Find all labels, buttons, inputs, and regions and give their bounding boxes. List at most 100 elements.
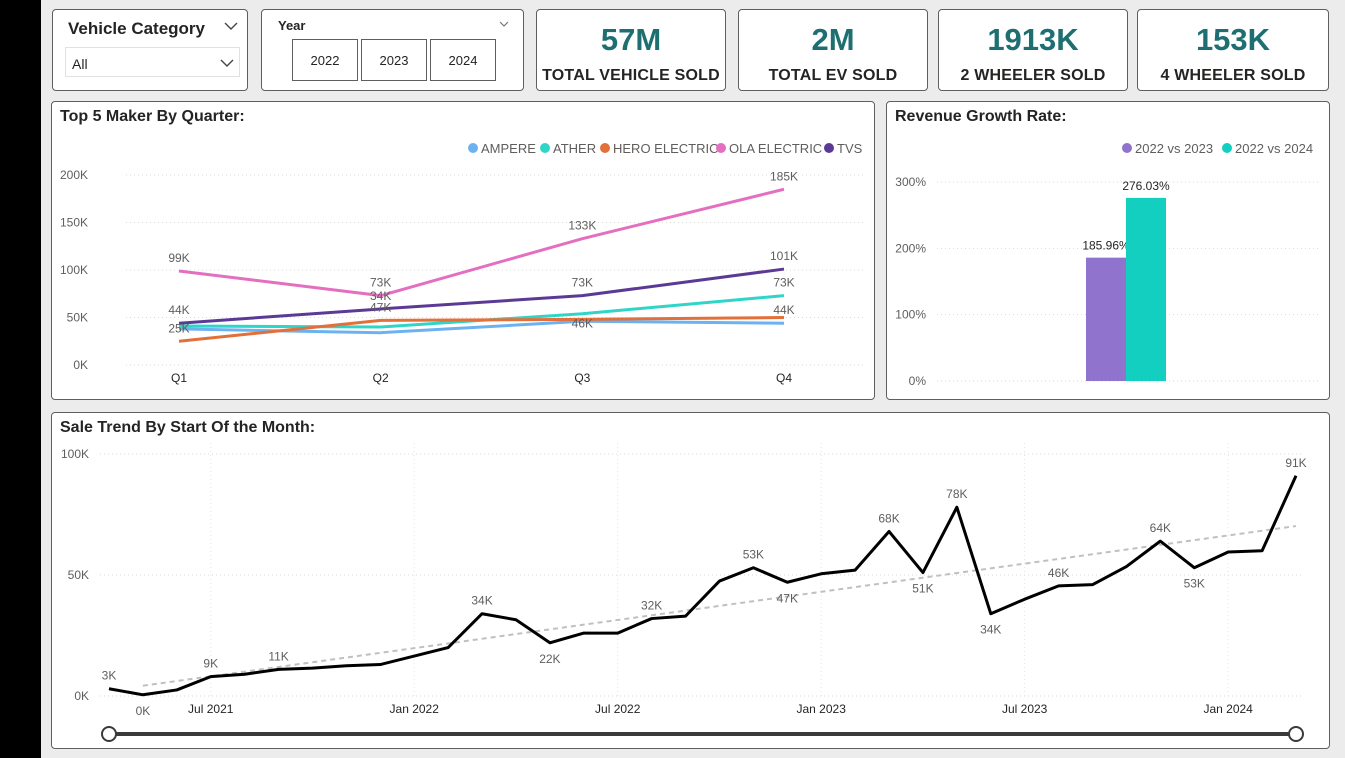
- legend-label: TVS: [837, 141, 863, 156]
- legend-label: AMPERE: [481, 141, 536, 156]
- top-makers-chart-card: Top 5 Maker By Quarter: 0K 50K 100K 150K 200…: [51, 101, 875, 400]
- data-label: 73K: [572, 276, 593, 290]
- data-label: 53K: [743, 548, 764, 562]
- date-range-end-handle[interactable]: [1288, 726, 1304, 742]
- vehicle-category-dropdown[interactable]: All: [65, 47, 240, 77]
- kpi-value: 57M: [600, 22, 662, 57]
- year-option-2022[interactable]: 2022: [292, 39, 358, 81]
- legend-label: OLA ELECTRIC: [729, 141, 822, 156]
- data-label: 44K: [773, 303, 794, 317]
- x-tick-label: Jan 2023: [797, 702, 847, 716]
- bar-2022-vs-2023: [1086, 257, 1126, 381]
- y-tick-label: 150K: [60, 216, 88, 230]
- kpi-2-wheeler-sold: 1913K 2 WHEELER SOLD: [938, 9, 1128, 91]
- kpi-value: 2M: [811, 22, 855, 57]
- trend-line: [142, 525, 1297, 687]
- sale-trend-line-chart: 0K 50K 100K Jul 2021 Jan 2022 Jul 2022 Jan 202…: [61, 443, 1307, 742]
- x-tick-label: Jan 2022: [390, 702, 440, 716]
- data-label: 133K: [568, 219, 596, 233]
- x-tick-label: Jan 2024: [1203, 702, 1253, 716]
- legend-label: 2022 vs 2023: [1135, 141, 1213, 156]
- legend-marker: [600, 143, 610, 153]
- data-label: 9K: [203, 657, 218, 671]
- bar-2022-vs-2024: [1126, 197, 1166, 381]
- data-label: 185.96%: [1082, 239, 1130, 253]
- kpi-4-wheeler-sold: 153K 4 WHEELER SOLD: [1137, 9, 1329, 91]
- data-label: 73K: [370, 276, 391, 290]
- y-tick-label: 50K: [68, 568, 89, 582]
- year-slicer: Year 2022 2023 2024: [261, 9, 524, 91]
- y-tick-label: 100K: [60, 263, 88, 277]
- data-label: 32K: [641, 599, 662, 613]
- vehicle-category-title: Vehicle Category: [68, 19, 206, 38]
- kpi-value: 1913K: [987, 22, 1079, 57]
- data-label: 0K: [136, 704, 151, 718]
- y-tick-label: 0K: [74, 689, 89, 703]
- y-tick-label: 200K: [60, 168, 88, 182]
- x-tick-label: Jul 2022: [595, 702, 641, 716]
- data-label: 185K: [770, 169, 798, 183]
- x-tick-label: Q4: [776, 371, 792, 385]
- legend-label: HERO ELECTRIC: [613, 141, 718, 156]
- revenue-growth-chart-card: Revenue Growth Rate: 0% 100% 200% 300% 2022 …: [886, 101, 1330, 400]
- data-label: 34K: [980, 623, 1001, 637]
- top-makers-line-chart: 0K 50K 100K 150K 200K Q1 Q2 Q3 Q4 AMPERE ATHER HERO…: [60, 141, 864, 385]
- kpi-label: 2 WHEELER SOLD: [960, 67, 1106, 84]
- kpi-total-vehicle-sold: 57M TOTAL VEHICLE SOLD: [536, 9, 726, 91]
- data-label: 64K: [1150, 521, 1171, 535]
- y-tick-label: 50K: [67, 311, 88, 325]
- kpi-value: 153K: [1195, 22, 1271, 57]
- y-tick-label: 0%: [909, 374, 927, 388]
- y-tick-label: 0K: [73, 358, 88, 372]
- revenue-growth-bar-chart: 0% 100% 200% 300% 2022 vs 2023 2022 vs 2024 18…: [895, 141, 1319, 388]
- sale-trend-chart-card: Sale Trend By Start Of the Month: 0K 50K 1…: [51, 412, 1330, 749]
- data-label: 46K: [572, 316, 593, 330]
- data-label: 34K: [471, 594, 492, 608]
- legend-marker: [824, 143, 834, 153]
- data-label: 25K: [168, 321, 189, 335]
- y-tick-label: 100K: [61, 447, 89, 461]
- vehicle-category-selected: All: [72, 56, 88, 72]
- series-line-tvs: [178, 267, 785, 325]
- date-range-start-handle[interactable]: [101, 726, 117, 742]
- x-tick-label: Jul 2023: [1002, 702, 1048, 716]
- data-label: 3K: [102, 669, 117, 683]
- legend-marker: [716, 143, 726, 153]
- x-tick-label: Q3: [574, 371, 590, 385]
- kpi-label: TOTAL VEHICLE SOLD: [542, 67, 720, 84]
- data-label: 44K: [168, 303, 189, 317]
- legend-marker: [540, 143, 550, 153]
- data-label: 22K: [539, 652, 560, 666]
- left-edge-bar: [0, 0, 41, 758]
- data-label: 11K: [268, 649, 288, 663]
- data-label: 91K: [1285, 456, 1306, 470]
- data-label: 51K: [912, 582, 933, 596]
- data-label: 78K: [946, 487, 967, 501]
- vehicle-category-slicer: Vehicle Category All: [52, 9, 248, 91]
- data-label: 276.03%: [1122, 179, 1170, 193]
- legend-label: ATHER: [553, 141, 596, 156]
- x-tick-label: Q1: [171, 371, 187, 385]
- chevron-down-icon[interactable]: [223, 20, 239, 32]
- kpi-total-ev-sold: 2M TOTAL EV SOLD: [738, 9, 928, 91]
- data-label: 73K: [773, 276, 794, 290]
- chevron-down-icon: [220, 59, 234, 67]
- legend-marker: [468, 143, 478, 153]
- y-tick-label: 300%: [895, 175, 926, 189]
- year-option-2023[interactable]: 2023: [361, 39, 427, 81]
- x-tick-label: Jul 2021: [188, 702, 234, 716]
- kpi-label: 4 WHEELER SOLD: [1160, 67, 1306, 84]
- data-label: 46K: [1048, 566, 1069, 580]
- chevron-down-icon[interactable]: [498, 19, 510, 29]
- year-option-2024[interactable]: 2024: [430, 39, 496, 81]
- legend-label: 2022 vs 2024: [1235, 141, 1313, 156]
- legend-marker: [1122, 143, 1132, 153]
- legend-marker: [1222, 143, 1232, 153]
- data-label: 68K: [878, 511, 899, 525]
- data-label: 53K: [1184, 577, 1205, 591]
- year-title: Year: [278, 18, 306, 33]
- data-label: 47K: [777, 591, 798, 605]
- kpi-label: TOTAL EV SOLD: [768, 67, 898, 84]
- data-label: 34K: [370, 289, 391, 303]
- data-label: 101K: [770, 249, 798, 263]
